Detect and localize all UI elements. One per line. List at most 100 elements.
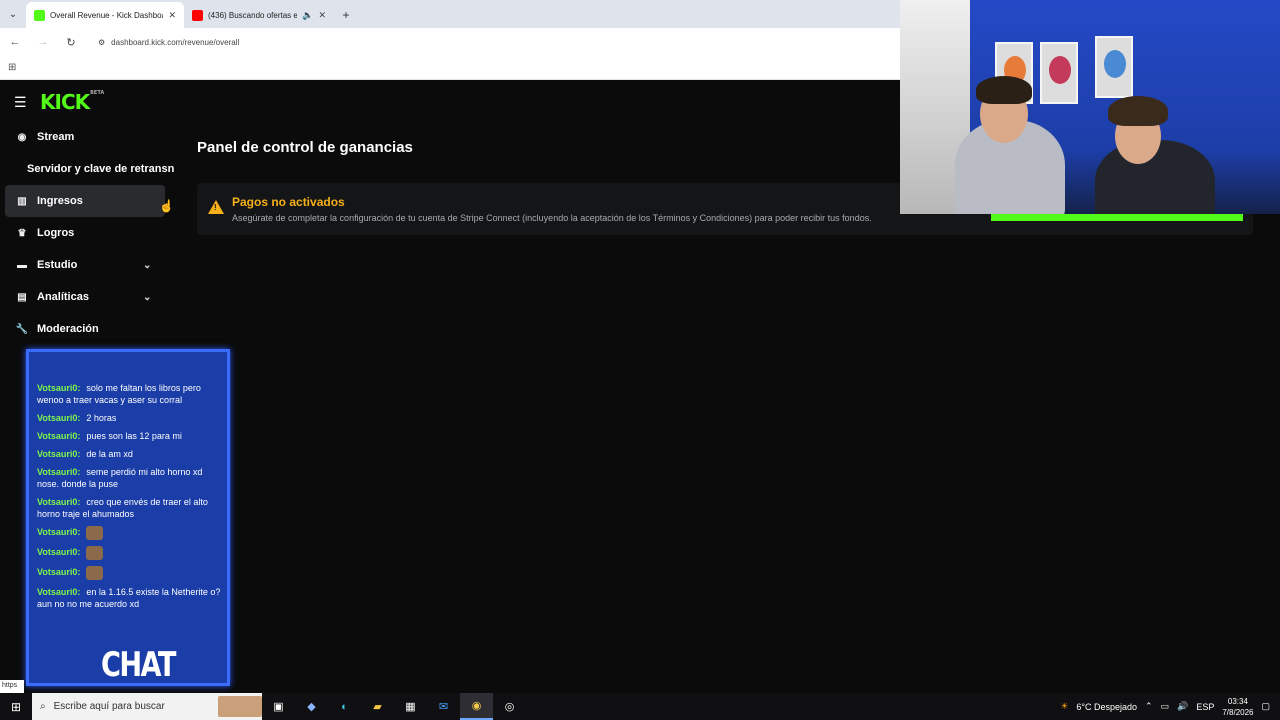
tab-search-chevron-icon[interactable]: ⌄	[0, 0, 26, 28]
chat-message: Votsauri0:	[37, 566, 221, 580]
obs-icon[interactable]: ◎	[493, 693, 526, 720]
chat-username: Votsauri0:	[37, 431, 81, 441]
studio-icon: ▬	[17, 259, 27, 271]
cat-emote-icon	[86, 566, 104, 580]
tab-youtube[interactable]: (436) Buscando ofertas en D 🔈 ✕	[184, 2, 334, 28]
webcam-overlay	[900, 0, 1280, 214]
sidebar-item-logros[interactable]: ♛ Logros	[0, 217, 180, 249]
reload-icon[interactable]: ↻	[64, 36, 78, 49]
chat-message: Votsauri0: en la 1.16.5 existe la Netheri…	[37, 586, 221, 610]
sidebar-item-label: Servidor y clave de retransn	[27, 163, 175, 175]
taskbar-search-box[interactable]: ⌕ Escribe aquí para buscar	[32, 693, 262, 720]
tab-kick-dashboard[interactable]: Overall Revenue - Kick Dashboard ✕	[26, 2, 184, 28]
youtube-favicon-icon	[192, 9, 203, 21]
menu-icon[interactable]: ☰	[14, 94, 27, 111]
webcam-accent-bar	[991, 214, 1243, 221]
clock-time: 03:34	[1227, 696, 1248, 706]
tab-title: Overall Revenue - Kick Dashboard	[50, 10, 164, 20]
store-icon[interactable]: ▦	[394, 693, 427, 720]
search-highlight-image	[218, 696, 262, 717]
language-indicator[interactable]: ESP	[1196, 702, 1214, 712]
sidebar-item-label: Stream	[37, 131, 75, 143]
notifications-icon[interactable]: ▢	[1261, 701, 1270, 712]
poster-image	[1095, 36, 1133, 98]
kick-favicon-icon	[34, 9, 45, 21]
chat-username: Votsauri0:	[37, 383, 81, 393]
alert-body: Asegúrate de completar la configuración …	[232, 213, 872, 223]
analytics-icon: ▤	[17, 291, 27, 303]
copilot-icon[interactable]: ◆	[295, 693, 328, 720]
chat-username: Votsauri0:	[37, 497, 81, 507]
mail-icon[interactable]: ✉	[427, 693, 460, 720]
wrench-icon: 🔧	[15, 323, 29, 335]
network-icon[interactable]: ▭	[1161, 701, 1170, 712]
chat-message: Votsauri0: seme perdió mi alto horno xd n…	[37, 466, 221, 490]
broadcast-icon: ◉	[17, 131, 27, 143]
close-tab-icon[interactable]: ✕	[168, 10, 176, 21]
poster-image	[1040, 42, 1078, 104]
chat-username: Votsauri0:	[37, 547, 81, 558]
site-info-icon[interactable]: ⚙	[98, 38, 105, 47]
status-bar-url: https	[0, 680, 24, 693]
chat-username: Votsauri0:	[37, 567, 81, 578]
chat-message: Votsauri0:	[37, 526, 221, 540]
sidebar-item-stream[interactable]: ◉ Stream	[0, 121, 180, 153]
sidebar-item-ingresos[interactable]: ▥ Ingresos	[5, 185, 165, 217]
sidebar-item-moderacion[interactable]: 🔧 Moderación	[0, 313, 180, 345]
chrome-icon[interactable]: ◉	[460, 693, 493, 720]
search-icon: ⌕	[40, 701, 46, 712]
windows-taskbar: ⊞ ⌕ Escribe aquí para buscar ▣ ◆ ◐ ▰ ▦ ✉…	[0, 693, 1280, 720]
mouse-pointer-icon: ☝	[159, 199, 174, 213]
weather-icon[interactable]: ☀	[1060, 701, 1068, 712]
sidebar-item-estudio[interactable]: ▬ Estudio ⌄	[0, 249, 180, 281]
file-explorer-icon[interactable]: ▰	[361, 693, 394, 720]
clock[interactable]: 03:34 7/8/2026	[1222, 696, 1253, 718]
tray-chevron-icon[interactable]: ⌃	[1145, 701, 1153, 712]
chat-username: Votsauri0:	[37, 413, 81, 423]
streamer-right-hair	[1108, 96, 1168, 126]
windows-start-icon[interactable]: ⊞	[0, 693, 32, 720]
chat-message: Votsauri0: pues son las 12 para mi	[37, 430, 221, 442]
forward-arrow-icon[interactable]: →	[36, 36, 50, 48]
chat-username: Votsauri0:	[37, 587, 81, 597]
clock-date: 7/8/2026	[1222, 707, 1254, 717]
kick-logo[interactable]: KICKBETA	[40, 90, 104, 114]
sidebar-item-analiticas[interactable]: ▤ Analíticas ⌄	[0, 281, 180, 313]
sidebar-item-label: Logros	[37, 227, 75, 239]
volume-icon[interactable]: 🔊	[1177, 701, 1188, 712]
chat-message: Votsauri0: de la am xd	[37, 448, 221, 460]
new-tab-button[interactable]: +	[334, 2, 358, 28]
alert-title: Pagos no activados	[232, 195, 345, 209]
tab-title: (436) Buscando ofertas en D	[208, 10, 298, 20]
chat-username: Votsauri0:	[37, 449, 81, 459]
cat-emote-icon	[86, 546, 104, 560]
chat-message: Votsauri0:	[37, 546, 221, 560]
system-tray: ☀ 6°C Despejado ⌃ ▭ 🔊 ESP 03:34 7/8/2026…	[1060, 693, 1280, 720]
chat-overlay: Votsauri0: solo me faltan los libros pero…	[26, 349, 230, 686]
chat-message: Votsauri0: 2 horas	[37, 412, 221, 424]
chat-overlay-label: CHAT	[101, 645, 176, 685]
sidebar: ◉ Stream Servidor y clave de retransn ▥ …	[0, 121, 180, 345]
edge-icon[interactable]: ◐	[328, 693, 361, 720]
sidebar-item-label: Analíticas	[37, 291, 89, 303]
url-field[interactable]: ⚙ dashboard.kick.com/revenue/overall	[98, 38, 239, 47]
task-view-icon[interactable]: ▣	[262, 693, 295, 720]
sidebar-item-server-key[interactable]: Servidor y clave de retransn	[0, 153, 180, 185]
chat-message: Votsauri0: creo que envés de traer el alt…	[37, 496, 221, 520]
streamer-left-hair	[976, 76, 1032, 104]
logo-text: KICK	[40, 90, 90, 114]
chevron-down-icon[interactable]: ⌄	[143, 292, 151, 303]
screen: ⌄ Overall Revenue - Kick Dashboard ✕ (43…	[0, 0, 1280, 720]
weather-text[interactable]: 6°C Despejado	[1076, 702, 1137, 712]
chat-text: pues son las 12 para mi	[86, 431, 182, 441]
beta-badge: BETA	[90, 90, 105, 96]
back-arrow-icon[interactable]: ←	[8, 36, 22, 48]
chat-text: de la am xd	[86, 449, 133, 459]
speaker-icon[interactable]: 🔈	[302, 10, 313, 21]
sidebar-item-label: Estudio	[37, 259, 78, 271]
chat-message: Votsauri0: solo me faltan los libros pero…	[37, 382, 221, 406]
page-title: Panel de control de ganancias	[197, 139, 413, 156]
close-tab-icon[interactable]: ✕	[318, 10, 326, 21]
apps-grid-icon[interactable]: ⊞	[8, 62, 16, 73]
chevron-down-icon[interactable]: ⌄	[143, 260, 151, 271]
